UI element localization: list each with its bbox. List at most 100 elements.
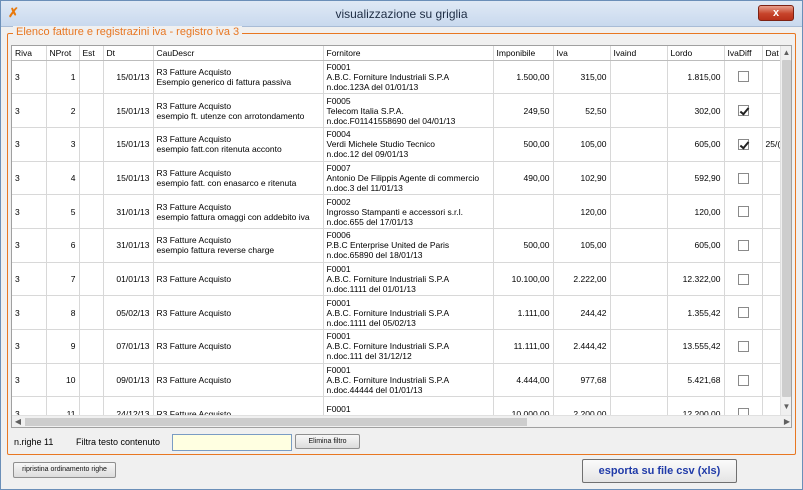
cell-dt[interactable]: 05/02/13: [103, 295, 154, 330]
cell-est[interactable]: [79, 127, 104, 162]
cell-est[interactable]: [79, 329, 104, 364]
cell-caudescr[interactable]: R3 Fatture Acquisto: [153, 329, 324, 364]
cell-dt[interactable]: 15/01/13: [103, 60, 154, 95]
cell-riva[interactable]: 3: [12, 295, 47, 330]
col-header-caudescr[interactable]: CauDescr: [153, 46, 324, 61]
cell-iva[interactable]: 977,68: [553, 363, 611, 398]
cell-dat[interactable]: [762, 363, 783, 398]
cell-dt[interactable]: 31/01/13: [103, 194, 154, 229]
cell-ivaind[interactable]: [610, 194, 668, 229]
cell-imponibile[interactable]: 500,00: [493, 127, 554, 162]
cell-ivaind[interactable]: [610, 60, 668, 95]
cell-ivadiff[interactable]: [724, 363, 763, 398]
cell-caudescr[interactable]: R3 Fatture Acquisto: [153, 295, 324, 330]
cell-iva[interactable]: 52,50: [553, 93, 611, 128]
cell-imponibile[interactable]: 500,00: [493, 228, 554, 263]
cell-lordo[interactable]: 5.421,68: [667, 363, 725, 398]
col-header-imponibile[interactable]: Imponibile: [493, 46, 554, 61]
cell-lordo[interactable]: 12.322,00: [667, 262, 725, 297]
cell-ivadiff[interactable]: [724, 161, 763, 196]
cell-imponibile[interactable]: 1.111,00: [493, 295, 554, 330]
cell-dt[interactable]: 07/01/13: [103, 329, 154, 364]
cell-caudescr[interactable]: R3 Fatture Acquisto Esempio generico di f…: [153, 60, 324, 95]
cell-est[interactable]: [79, 161, 104, 196]
cell-caudescr[interactable]: R3 Fatture Acquisto esempio fattura omagg…: [153, 194, 324, 229]
cell-nprot[interactable]: 8: [46, 295, 80, 330]
cell-nprot[interactable]: 1: [46, 60, 80, 95]
clear-filter-button[interactable]: Elimina filtro: [295, 434, 360, 449]
ivadiff-checkbox[interactable]: [737, 172, 749, 184]
vertical-scroll-thumb[interactable]: [782, 60, 791, 397]
cell-iva[interactable]: 315,00: [553, 60, 611, 95]
cell-lordo[interactable]: 1.355,42: [667, 295, 725, 330]
filter-input[interactable]: [172, 434, 292, 451]
cell-est[interactable]: [79, 363, 104, 398]
cell-iva[interactable]: 2.222,00: [553, 262, 611, 297]
cell-lordo[interactable]: 605,00: [667, 228, 725, 263]
cell-ivadiff[interactable]: [724, 262, 763, 297]
cell-lordo[interactable]: 1.815,00: [667, 60, 725, 95]
cell-nprot[interactable]: 9: [46, 329, 80, 364]
ivadiff-checkbox[interactable]: [737, 307, 749, 319]
cell-ivaind[interactable]: [610, 127, 668, 162]
cell-est[interactable]: [79, 262, 104, 297]
cell-lordo[interactable]: 592,90: [667, 161, 725, 196]
cell-iva[interactable]: 2.444,42: [553, 329, 611, 364]
cell-iva[interactable]: 105,00: [553, 127, 611, 162]
cell-ivaind[interactable]: [610, 329, 668, 364]
cell-fornitore[interactable]: F0001 A.B.C. Forniture Industriali S.P.A n…: [323, 60, 494, 95]
cell-fornitore[interactable]: F0001 A.B.C. Forniture Industriali S.P.A n…: [323, 262, 494, 297]
cell-riva[interactable]: 3: [12, 262, 47, 297]
cell-caudescr[interactable]: R3 Fatture Acquisto esempio fattura rever…: [153, 228, 324, 263]
cell-riva[interactable]: 3: [12, 60, 47, 95]
ivadiff-checkbox[interactable]: [737, 105, 749, 117]
cell-dat[interactable]: 25/(: [762, 127, 783, 162]
cell-est[interactable]: [79, 194, 104, 229]
cell-est[interactable]: [79, 93, 104, 128]
table-row[interactable]: 3 1 15/01/13 R3 Fatture Acquisto Esempio gen…: [12, 60, 783, 95]
table-row[interactable]: 3 5 31/01/13 R3 Fatture Acquisto esempio fat…: [12, 194, 783, 229]
reset-sort-button[interactable]: ripristina ordinamento righe: [13, 462, 116, 478]
ivadiff-checkbox[interactable]: [737, 273, 749, 285]
cell-nprot[interactable]: 5: [46, 194, 80, 229]
cell-ivaind[interactable]: [610, 228, 668, 263]
cell-nprot[interactable]: 7: [46, 262, 80, 297]
cell-iva[interactable]: 120,00: [553, 194, 611, 229]
col-header-est[interactable]: Est: [79, 46, 104, 61]
cell-ivadiff[interactable]: [724, 60, 763, 95]
cell-ivadiff[interactable]: [724, 295, 763, 330]
cell-riva[interactable]: 3: [12, 161, 47, 196]
cell-imponibile[interactable]: 11.111,00: [493, 329, 554, 364]
scroll-left-icon[interactable]: ◀: [12, 416, 24, 427]
scroll-right-icon[interactable]: ▶: [781, 416, 791, 427]
table-row[interactable]: 3 9 07/01/13 R3 Fatture Acquisto F0001 A.B.C.…: [12, 329, 783, 364]
export-csv-button[interactable]: esporta su file csv (xls): [582, 459, 737, 483]
cell-imponibile[interactable]: 10.100,00: [493, 262, 554, 297]
cell-est[interactable]: [79, 295, 104, 330]
cell-dt[interactable]: 01/01/13: [103, 262, 154, 297]
cell-caudescr[interactable]: R3 Fatture Acquisto: [153, 363, 324, 398]
cell-dt[interactable]: 15/01/13: [103, 161, 154, 196]
col-header-lordo[interactable]: Lordo: [667, 46, 725, 61]
table-row[interactable]: 3 2 15/01/13 R3 Fatture Acquisto esempio ft.…: [12, 93, 783, 128]
cell-dat[interactable]: [762, 295, 783, 330]
cell-dat[interactable]: [762, 329, 783, 364]
ivadiff-checkbox[interactable]: [737, 239, 749, 251]
cell-riva[interactable]: 3: [12, 93, 47, 128]
cell-imponibile[interactable]: [493, 194, 554, 229]
cell-iva[interactable]: 102,90: [553, 161, 611, 196]
ivadiff-checkbox[interactable]: [737, 374, 749, 386]
cell-dt[interactable]: 15/01/13: [103, 127, 154, 162]
cell-lordo[interactable]: 13.555,42: [667, 329, 725, 364]
cell-ivaind[interactable]: [610, 161, 668, 196]
cell-imponibile[interactable]: 490,00: [493, 161, 554, 196]
cell-nprot[interactable]: 3: [46, 127, 80, 162]
cell-riva[interactable]: 3: [12, 329, 47, 364]
cell-fornitore[interactable]: F0001 A.B.C. Forniture Industriali S.P.A n…: [323, 329, 494, 364]
cell-imponibile[interactable]: 1.500,00: [493, 60, 554, 95]
cell-riva[interactable]: 3: [12, 194, 47, 229]
cell-lordo[interactable]: 605,00: [667, 127, 725, 162]
col-header-ivadiff[interactable]: IvaDiff: [724, 46, 763, 61]
cell-nprot[interactable]: 10: [46, 363, 80, 398]
cell-dat[interactable]: [762, 228, 783, 263]
